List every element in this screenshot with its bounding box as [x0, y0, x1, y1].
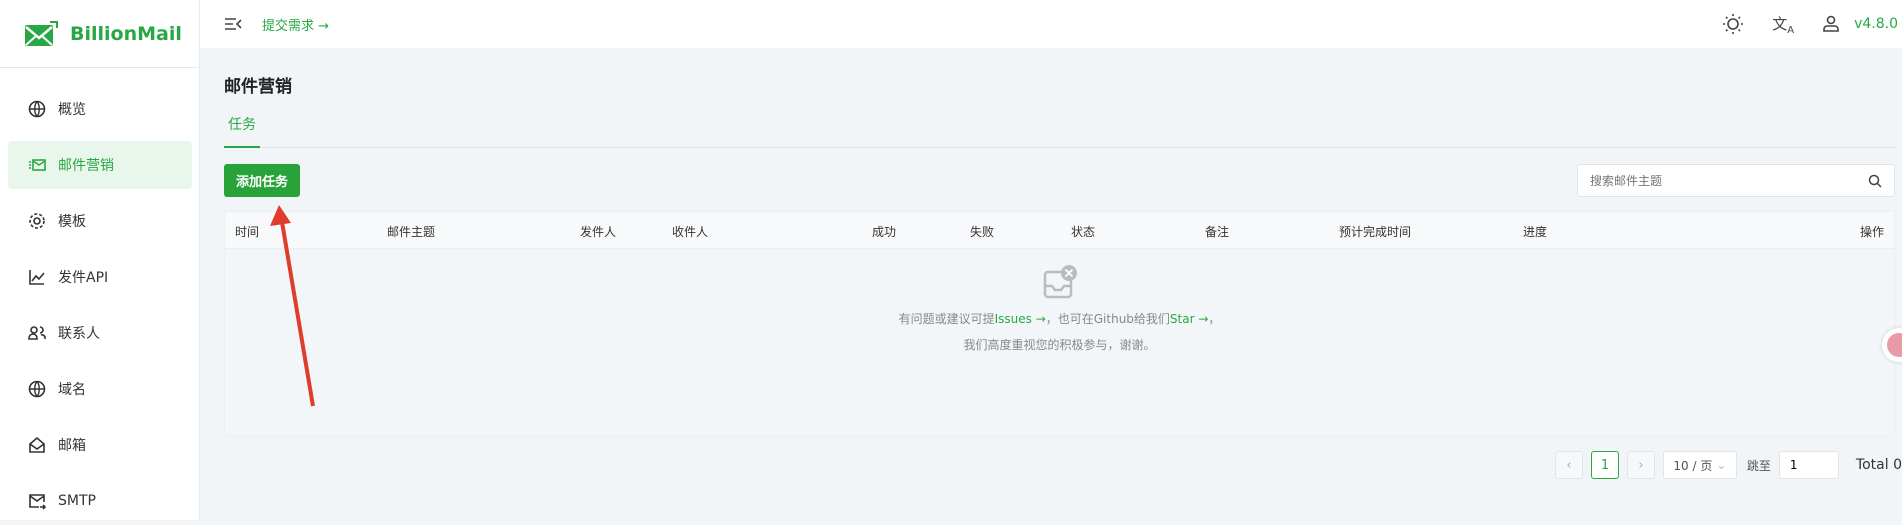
annotation-arrow: [270, 205, 315, 407]
